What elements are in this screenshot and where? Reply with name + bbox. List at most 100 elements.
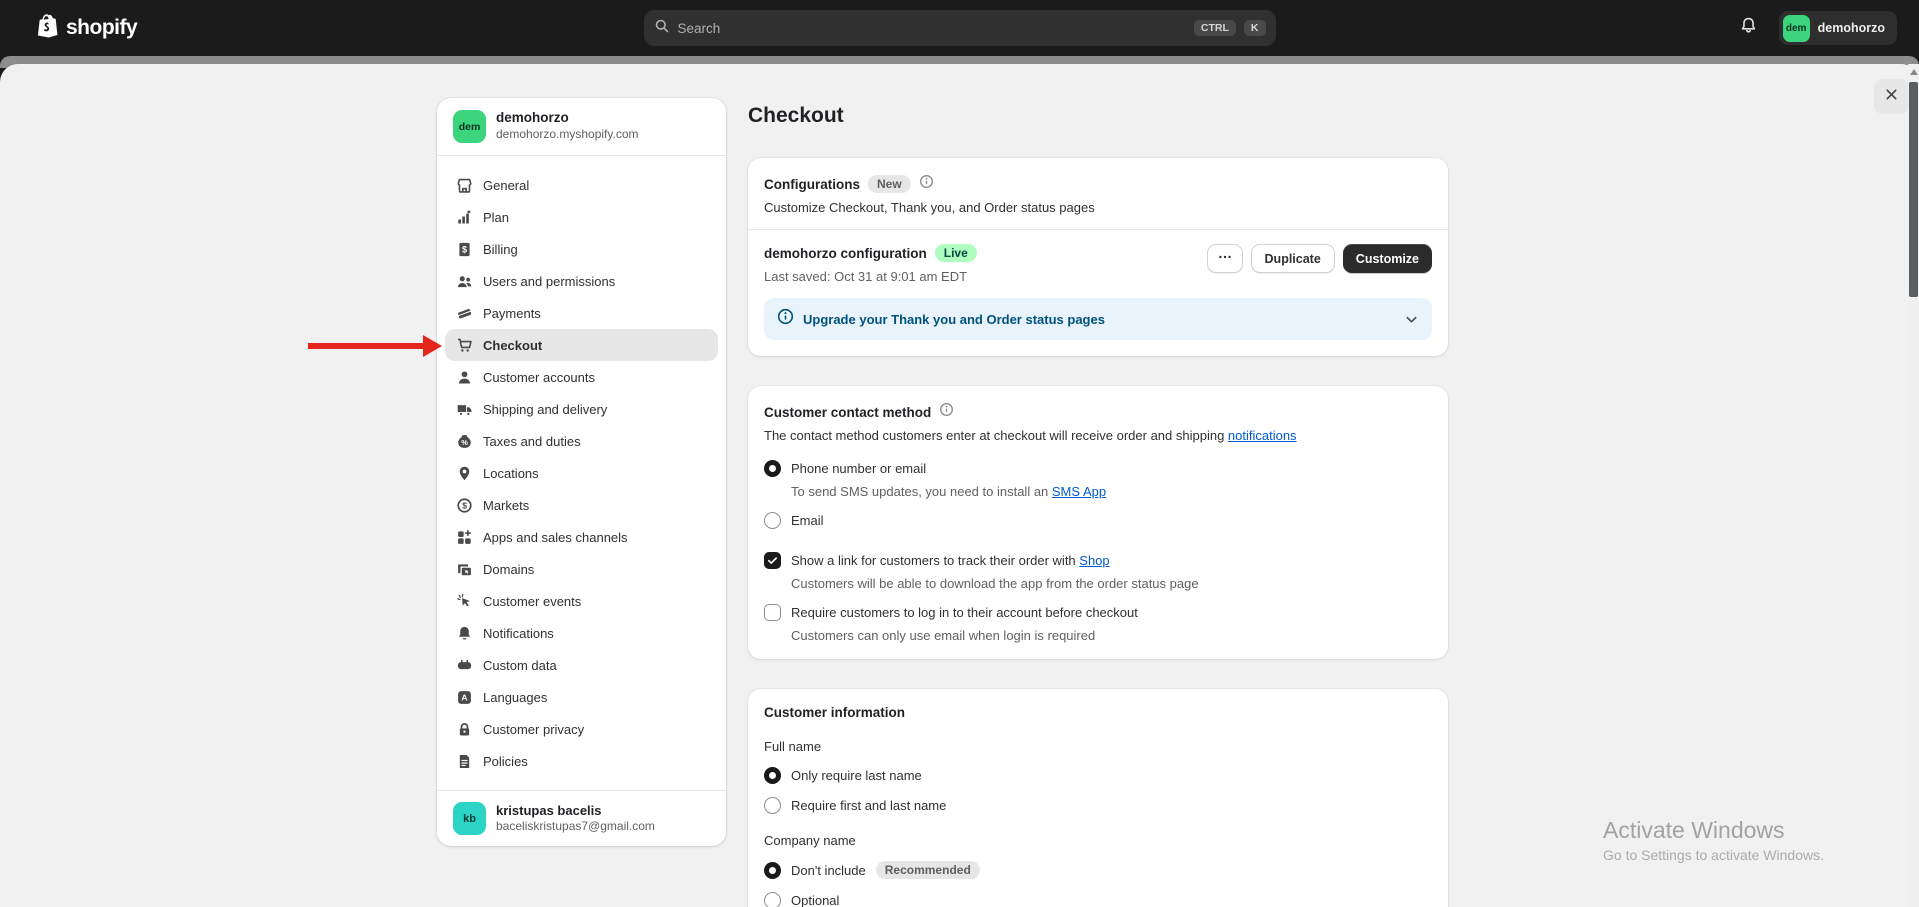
radio-option-0[interactable]: Phone number or email xyxy=(764,460,1432,477)
top-bar: shopify CTRL K xyxy=(0,0,1919,56)
scrollbar-thumb[interactable] xyxy=(1909,82,1918,297)
checkbox-unchecked[interactable] xyxy=(764,604,781,621)
radio-unchecked[interactable] xyxy=(764,797,781,814)
upgrade-banner[interactable]: Upgrade your Thank you and Order status … xyxy=(764,298,1432,340)
red-arrow-head xyxy=(423,335,442,357)
customer-contact-method-card: Customer contact method The contact meth… xyxy=(748,386,1448,659)
radio-unchecked[interactable] xyxy=(764,512,781,529)
more-options-button[interactable] xyxy=(1207,244,1243,273)
sidebar-item-domains[interactable]: Domains xyxy=(445,553,718,585)
info-icon[interactable] xyxy=(919,174,934,194)
sidebar-item-label: Languages xyxy=(483,690,547,705)
global-search[interactable]: CTRL K xyxy=(644,10,1276,46)
sidebar-item-label: Customer privacy xyxy=(483,722,584,737)
users-icon xyxy=(455,272,473,290)
sidebar-item-payments[interactable]: Payments xyxy=(445,297,718,329)
checkbox-option-3[interactable]: Require customers to log in to their acc… xyxy=(764,604,1432,621)
new-badge: New xyxy=(868,175,911,193)
sidebar-item-locations[interactable]: Locations xyxy=(445,457,718,489)
sidebar-item-label: Policies xyxy=(483,754,528,769)
chevron-down-icon[interactable] xyxy=(1404,312,1419,327)
radio-option-0-1[interactable]: Require first and last name xyxy=(764,797,1432,814)
page-title: Checkout xyxy=(748,104,1448,128)
notifications-link[interactable]: notifications xyxy=(1228,428,1297,443)
sidebar-item-label: Shipping and delivery xyxy=(483,402,607,417)
sidebar-item-label: Apps and sales channels xyxy=(483,530,628,545)
configurations-card: Configurations New Customize Checkout, T… xyxy=(748,158,1448,356)
sidebar-item-label: Billing xyxy=(483,242,518,257)
domains-icon xyxy=(455,560,473,578)
radio-unchecked[interactable] xyxy=(764,892,781,907)
store-avatar: dem xyxy=(1783,15,1810,42)
page-scrollbar[interactable] xyxy=(1908,64,1919,907)
radio-option-1-0[interactable]: Don't includeRecommended xyxy=(764,861,1432,879)
sidebar-item-users-and-permissions[interactable]: Users and permissions xyxy=(445,265,718,297)
option-label: Require first and last name xyxy=(791,798,946,813)
radio-option-0-0[interactable]: Only require last name xyxy=(764,767,1432,784)
radio-option-1-1[interactable]: Optional xyxy=(764,892,1432,907)
sidebar-item-general[interactable]: General xyxy=(445,169,718,201)
radio-checked[interactable] xyxy=(764,862,781,879)
sidebar-item-label: Users and permissions xyxy=(483,274,615,289)
radio-checked[interactable] xyxy=(764,460,781,477)
sidebar-item-notifications[interactable]: Notifications xyxy=(445,617,718,649)
option-helper-text: Customers can only use email when login … xyxy=(791,628,1432,643)
sidebar-item-checkout[interactable]: Checkout xyxy=(445,329,718,361)
sidebar-item-label: Customer events xyxy=(483,594,581,609)
info-icon[interactable] xyxy=(939,402,954,422)
sidebar-item-customer-privacy[interactable]: Customer privacy xyxy=(445,713,718,745)
shop-link[interactable]: Shop xyxy=(1079,553,1109,568)
sidebar-item-apps-and-sales-channels[interactable]: Apps and sales channels xyxy=(445,521,718,553)
customer-information-groups: Full nameOnly require last nameRequire f… xyxy=(764,739,1432,907)
customize-button[interactable]: Customize xyxy=(1343,244,1432,273)
radio-option-1[interactable]: Email xyxy=(764,512,1432,529)
sidebar-item-customer-accounts[interactable]: Customer accounts xyxy=(445,361,718,393)
activate-windows-watermark: Activate Windows Go to Settings to activ… xyxy=(1603,817,1824,863)
scroll-up-arrow-icon[interactable] xyxy=(1910,69,1918,75)
checkbox-checked[interactable] xyxy=(764,552,781,569)
configuration-name: demohorzo configuration xyxy=(764,246,927,261)
languages-icon: A xyxy=(455,688,473,706)
account-menu[interactable]: dem demohorzo xyxy=(1779,11,1897,45)
sidebar-item-plan[interactable]: Plan xyxy=(445,201,718,233)
radio-checked[interactable] xyxy=(764,767,781,784)
notifications-button[interactable] xyxy=(1733,12,1765,44)
duplicate-button[interactable]: Duplicate xyxy=(1251,244,1335,273)
option-label: Require customers to log in to their acc… xyxy=(791,605,1138,620)
contact-method-heading: Customer contact method xyxy=(764,405,931,420)
customer-information-heading: Customer information xyxy=(764,705,1432,720)
shopify-bag-icon xyxy=(34,12,59,44)
checkbox-option-2[interactable]: Show a link for customers to track their… xyxy=(764,552,1432,569)
sidebar-item-customer-events[interactable]: Customer events xyxy=(445,585,718,617)
store-name: demohorzo xyxy=(1818,21,1885,35)
settings-nav: GeneralPlan$BillingUsers and permissions… xyxy=(437,156,726,777)
sidebar-item-markets[interactable]: $Markets xyxy=(445,489,718,521)
lock-icon xyxy=(455,720,473,738)
shopify-logo[interactable]: shopify xyxy=(34,12,137,44)
sidebar-item-policies[interactable]: Policies xyxy=(445,745,718,777)
search-input[interactable] xyxy=(678,21,1186,36)
sidebar-item-label: Plan xyxy=(483,210,509,225)
sidebar-user-footer[interactable]: kb kristupas bacelis baceliskristupas7@g… xyxy=(437,790,726,846)
truck-icon xyxy=(455,400,473,418)
shopify-wordmark: shopify xyxy=(66,16,137,40)
sidebar-item-taxes-and-duties[interactable]: %Taxes and duties xyxy=(445,425,718,457)
sidebar-store-domain: demohorzo.myshopify.com xyxy=(496,127,639,143)
sidebar-item-label: Domains xyxy=(483,562,534,577)
plan-icon xyxy=(455,208,473,226)
search-icon xyxy=(654,18,670,39)
sms-app-link[interactable]: SMS App xyxy=(1052,484,1106,499)
payments-icon xyxy=(455,304,473,322)
upgrade-banner-text: Upgrade your Thank you and Order status … xyxy=(803,312,1105,327)
option-label: Only require last name xyxy=(791,768,922,783)
option-label: Show a link for customers to track their… xyxy=(791,553,1110,568)
sidebar-store-header[interactable]: dem demohorzo demohorzo.myshopify.com xyxy=(437,98,726,156)
markets-icon: $ xyxy=(455,496,473,514)
close-settings-button[interactable] xyxy=(1874,79,1909,114)
sidebar-item-shipping-and-delivery[interactable]: Shipping and delivery xyxy=(445,393,718,425)
contact-options: Phone number or emailTo send SMS updates… xyxy=(764,460,1432,643)
sidebar-item-billing[interactable]: $Billing xyxy=(445,233,718,265)
red-arrow-line xyxy=(308,343,424,349)
sidebar-item-languages[interactable]: A Languages xyxy=(445,681,718,713)
sidebar-item-custom-data[interactable]: Custom data xyxy=(445,649,718,681)
